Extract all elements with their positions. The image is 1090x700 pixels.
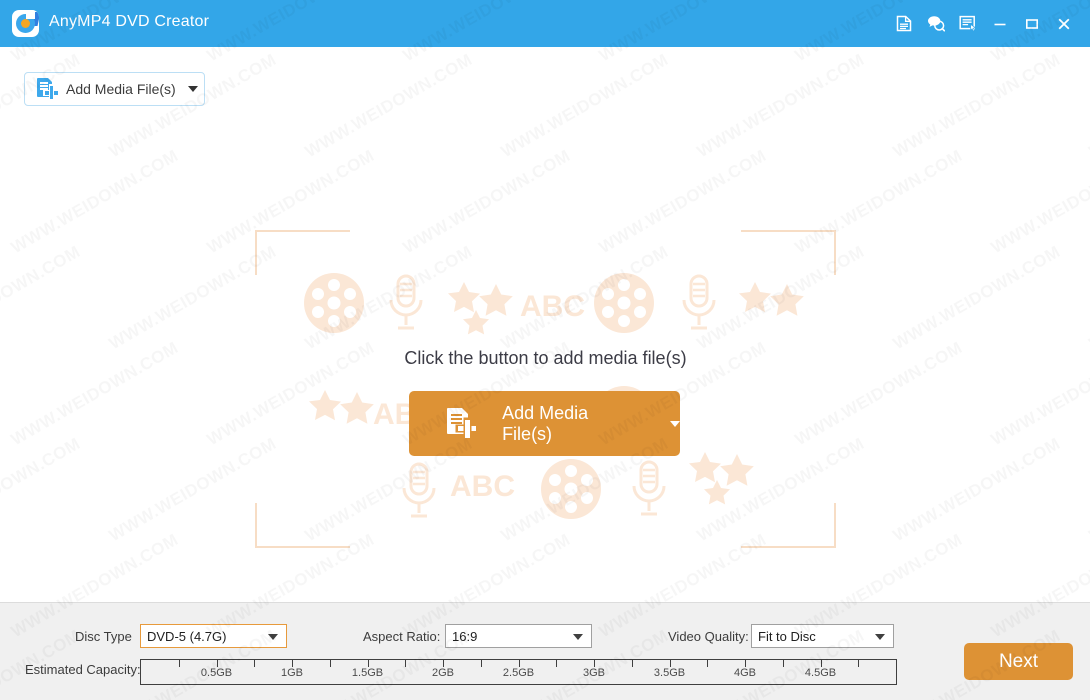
video-quality-value: Fit to Disc — [758, 628, 816, 644]
add-media-button-main[interactable]: Add Media File(s) — [409, 391, 680, 456]
capacity-tick — [178, 660, 180, 667]
capacity-tick — [443, 660, 444, 667]
capacity-tick — [405, 660, 407, 667]
app-logo-icon — [12, 10, 39, 37]
app-title: AnyMP4 DVD Creator — [49, 13, 210, 30]
video-quality-select[interactable]: Fit to Disc — [751, 624, 894, 648]
star-icon — [687, 452, 757, 508]
film-reel-icon — [593, 272, 655, 334]
capacity-tick-label: 2.5GB — [502, 667, 535, 679]
chevron-down-icon[interactable] — [875, 634, 885, 640]
aspect-ratio-select[interactable]: 16:9 — [445, 624, 592, 648]
chevron-down-icon[interactable] — [268, 634, 278, 640]
capacity-tick-label: 3.5GB — [653, 667, 686, 679]
capacity-tick-label: 3GB — [582, 667, 606, 679]
dropzone-corner-bottom-left — [255, 503, 350, 548]
menu-icon[interactable] — [952, 4, 984, 44]
capacity-tick — [556, 660, 558, 667]
dropzone-hint-text: Click the button to add media file(s) — [404, 348, 687, 368]
add-media-main-label: Add Media File(s) — [502, 402, 589, 444]
capacity-tick — [216, 660, 218, 667]
star-icon — [446, 282, 516, 338]
minimize-icon[interactable] — [984, 4, 1016, 44]
register-icon[interactable] — [888, 4, 920, 44]
film-reel-icon — [540, 458, 602, 520]
window-controls — [888, 0, 1080, 47]
media-dropzone[interactable]: ABC ABC ABC ABC — [255, 230, 836, 548]
capacity-tick-label: 0.5GB — [200, 667, 233, 679]
film-reel-icon — [303, 272, 365, 334]
aspect-ratio-label: Aspect Ratio: — [363, 629, 441, 644]
microphone-icon — [630, 460, 668, 518]
title-bar: AnyMP4 DVD Creator — [0, 0, 1090, 47]
microphone-icon — [400, 462, 438, 520]
chevron-down-icon[interactable] — [187, 86, 198, 92]
disc-type-label: Disc Type — [75, 629, 132, 644]
chevron-down-icon[interactable] — [670, 420, 680, 427]
capacity-tick — [329, 660, 331, 667]
capacity-tick — [820, 660, 822, 667]
capacity-tick — [254, 660, 256, 667]
dropzone-corner-top-right — [741, 230, 836, 275]
star-icon — [737, 282, 807, 338]
add-file-icon — [37, 78, 58, 100]
abc-text-icon: ABC — [450, 470, 515, 503]
capacity-tick — [594, 660, 595, 667]
capacity-tick — [669, 660, 671, 667]
capacity-tick — [858, 660, 860, 667]
capacity-tick — [745, 660, 746, 667]
disc-type-value: DVD-5 (4.7G) — [147, 628, 227, 644]
dropzone-corner-top-left — [255, 230, 350, 275]
disc-type-select[interactable]: DVD-5 (4.7G) — [140, 624, 287, 648]
star-icon — [307, 390, 377, 446]
estimated-capacity-bar: 0.5GB 1GB 1.5GB 2GB 2.5GB 3GB 3.5GB 4GB 4.5GB — [140, 659, 897, 685]
capacity-tick-label: 4.5GB — [804, 667, 837, 679]
capacity-tick — [518, 660, 520, 667]
capacity-tick — [707, 660, 709, 667]
capacity-tick — [292, 660, 293, 667]
feedback-icon[interactable] — [920, 4, 952, 44]
capacity-tick-label: 1GB — [280, 667, 304, 679]
capacity-tick — [480, 660, 482, 667]
add-media-button-label: Add Media File(s) — [66, 81, 176, 97]
capacity-tick — [367, 660, 369, 667]
maximize-icon[interactable] — [1016, 4, 1048, 44]
add-media-button-toolbar[interactable]: Add Media File(s) — [24, 72, 205, 106]
add-file-icon — [447, 408, 476, 439]
next-button[interactable]: Next — [964, 643, 1073, 680]
capacity-tick — [782, 660, 784, 667]
capacity-tick-label: 1.5GB — [351, 667, 384, 679]
application-window: AnyMP4 DVD Creator Add Media File(s) ABC… — [0, 0, 1090, 700]
microphone-icon — [387, 274, 425, 332]
abc-text-icon: ABC — [520, 290, 585, 323]
main-content-area: Add Media File(s) ABC ABC ABC Click the … — [0, 47, 1090, 602]
capacity-tick-label: 4GB — [733, 667, 757, 679]
aspect-ratio-value: 16:9 — [452, 628, 478, 644]
dropzone-corner-bottom-right — [741, 503, 836, 548]
capacity-tick-label: 2GB — [431, 667, 455, 679]
video-quality-label: Video Quality: — [668, 629, 749, 644]
close-icon[interactable] — [1048, 4, 1080, 44]
microphone-icon — [680, 274, 718, 332]
chevron-down-icon[interactable] — [573, 634, 583, 640]
estimated-capacity-label: Estimated Capacity: — [25, 662, 141, 677]
bottom-settings-bar: Disc Type DVD-5 (4.7G) Aspect Ratio: 16:… — [0, 602, 1090, 700]
capacity-tick — [631, 660, 633, 667]
